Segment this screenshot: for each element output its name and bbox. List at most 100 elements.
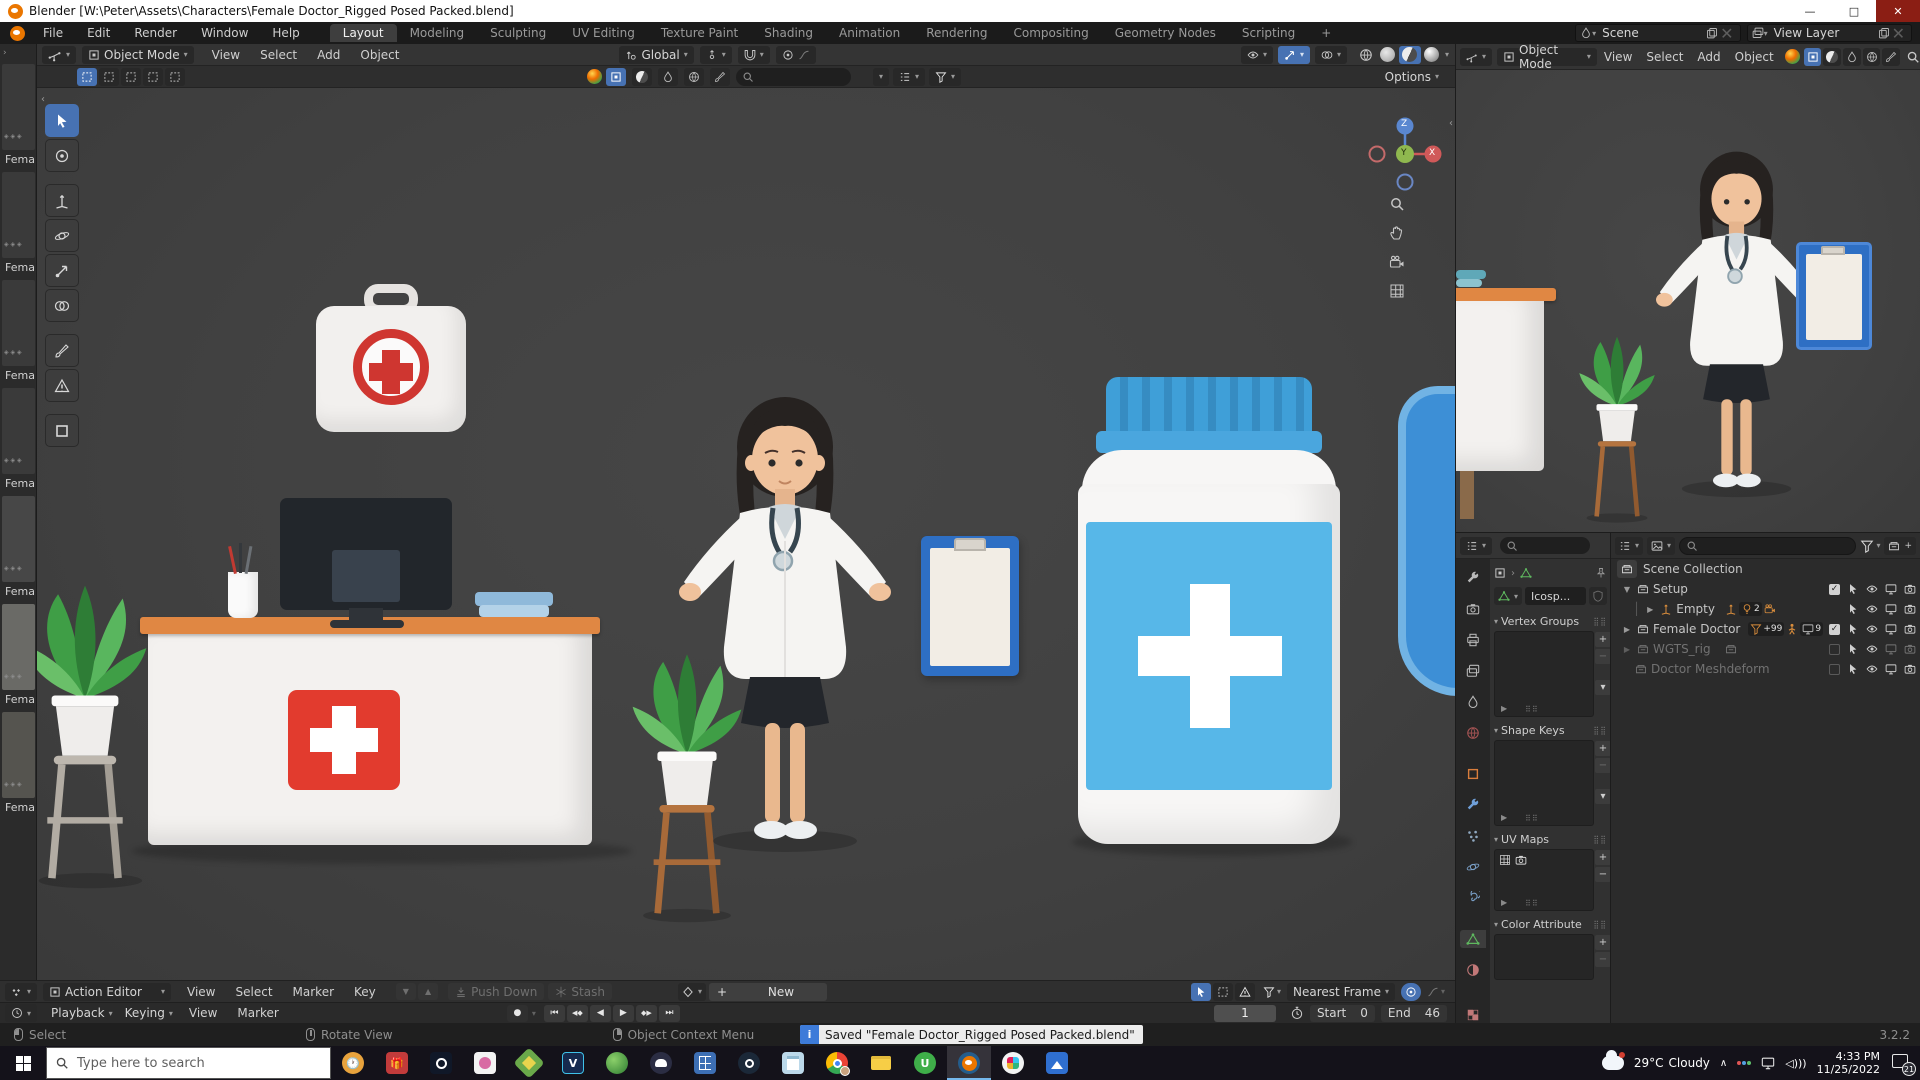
display-mode-dropdown[interactable]: ▾ (1615, 536, 1644, 555)
editor-type-button[interactable]: ▾ (42, 45, 77, 64)
play-button[interactable]: ▶ (612, 1004, 634, 1022)
shading-material-preview-button[interactable] (1398, 45, 1421, 64)
start-button[interactable] (0, 1046, 46, 1080)
asset-item[interactable]: Fema (2, 64, 36, 166)
show-overlays-toggle[interactable]: ▾ (1314, 45, 1347, 64)
viewport-disable-icon[interactable] (1885, 603, 1897, 615)
viewport-menu-view[interactable]: View (1597, 50, 1639, 64)
transform-orientation-dropdown[interactable]: Global ▾ (619, 45, 694, 64)
tab-layout[interactable]: Layout (329, 24, 397, 42)
dope-menu-key[interactable]: Key (344, 985, 386, 999)
steam-app-icon[interactable] (727, 1046, 771, 1080)
viewport-menu-select[interactable]: Select (1639, 50, 1690, 64)
desk-object[interactable] (1456, 301, 1544, 471)
exclude-checkbox[interactable]: ✓ (1829, 583, 1840, 595)
add-workspace-button[interactable]: + (1308, 24, 1344, 42)
taskbar-search-input[interactable]: Type here to search (46, 1047, 331, 1079)
tab-scene[interactable] (1460, 693, 1486, 711)
proportional-edit-toggle[interactable] (1400, 982, 1421, 1001)
tab-tool[interactable] (1460, 569, 1486, 587)
asset-thumbnail[interactable] (2, 172, 35, 258)
taskbar-clock[interactable]: 4:33 PM 11/25/2022 (1817, 1050, 1880, 1076)
chrome-app-icon[interactable] (815, 1046, 859, 1080)
vertex-group-specials-button[interactable]: ▾ (1595, 680, 1611, 695)
viewport-disable-icon[interactable] (1885, 643, 1897, 655)
new-collection-button[interactable]: + (1884, 536, 1916, 555)
hidden-channels-toggle[interactable] (1213, 982, 1234, 1001)
discord-app-icon[interactable] (639, 1046, 683, 1080)
tab-scripting[interactable]: Scripting (1229, 24, 1308, 42)
add-shape-key-button[interactable]: + (1595, 741, 1611, 756)
menu-window[interactable]: Window (189, 26, 260, 40)
asset-thumbnail[interactable] (2, 280, 35, 366)
material-ball-icon[interactable] (1784, 49, 1800, 64)
outliner-row-setup[interactable]: ▼ Setup ✓ (1611, 579, 1920, 599)
remove-vertex-group-button[interactable]: − (1595, 649, 1611, 664)
editor-type-button[interactable]: ▾ (1460, 536, 1493, 555)
green-globe-app-icon[interactable] (595, 1046, 639, 1080)
exclude-checkbox[interactable] (1829, 663, 1840, 675)
plant-object-left[interactable] (37, 566, 155, 896)
select-mode-extend[interactable] (99, 67, 119, 86)
show-gizmos-toggle[interactable]: ▾ (1277, 45, 1310, 64)
show-object-types-dropdown[interactable]: ▾ (1240, 45, 1273, 64)
material-preview-ball-icon[interactable] (587, 69, 602, 84)
fake-user-shield-icon[interactable] (1589, 587, 1607, 605)
shield-object[interactable] (1398, 386, 1455, 696)
use-preview-range-icon[interactable] (1290, 1006, 1304, 1020)
viewport-disable-icon[interactable] (1885, 583, 1897, 595)
photos-app-icon[interactable] (1035, 1046, 1079, 1080)
remove-shape-key-button[interactable]: − (1595, 758, 1611, 773)
hidden-icons-chevron[interactable]: ∧ (1720, 1058, 1727, 1069)
shape-keys-list[interactable]: + − ▾ ▶ ⠿⠿ (1494, 740, 1611, 826)
tab-physics[interactable] (1460, 858, 1486, 876)
render-disable-icon[interactable] (1904, 663, 1916, 675)
asset-item[interactable]: Fema (2, 172, 36, 274)
tab-modifiers[interactable] (1460, 796, 1486, 814)
vertex-groups-panel-header[interactable]: ▾ Vertex Groups ⣿⣿ (1494, 615, 1607, 628)
disclosure-triangle[interactable]: ▶ (1644, 605, 1656, 614)
tool-scale[interactable] (45, 254, 79, 287)
menu-render[interactable]: Render (122, 26, 189, 40)
viewport-disable-icon[interactable] (1885, 623, 1897, 635)
tab-object[interactable] (1460, 765, 1486, 783)
tab-material[interactable] (1460, 961, 1486, 979)
hide-eye-icon[interactable] (1866, 663, 1878, 675)
asset-thumbnail[interactable] (2, 388, 35, 474)
asset-thumbnail[interactable] (2, 712, 35, 798)
viewport-menu-object[interactable]: Object (350, 48, 409, 62)
dope-filter-dropdown[interactable]: ▾ (1263, 986, 1281, 998)
dope-menu-select[interactable]: Select (226, 985, 283, 999)
slack-app-icon[interactable] (991, 1046, 1035, 1080)
tool-add-cube[interactable] (45, 414, 79, 447)
shape-key-specials-button[interactable]: ▾ (1595, 789, 1611, 804)
hide-eye-icon[interactable] (1866, 623, 1878, 635)
notepad-app-icon[interactable] (771, 1046, 815, 1080)
shape-keys-panel-header[interactable]: ▾ Shape Keys ⣿⣿ (1494, 724, 1607, 737)
remove-uv-map-button[interactable]: − (1595, 867, 1611, 882)
shading-solid-button[interactable] (1377, 46, 1399, 64)
tool-select-box[interactable] (45, 104, 79, 137)
menu-edit[interactable]: Edit (75, 26, 122, 40)
camera-app-icon[interactable] (419, 1046, 463, 1080)
jump-to-end-button[interactable]: ⏭ (658, 1004, 680, 1022)
layers-app-icon[interactable] (507, 1046, 551, 1080)
mini-brush-icon[interactable] (1882, 47, 1901, 66)
exclude-checkbox[interactable] (1829, 643, 1840, 655)
saved-report-message[interactable]: i Saved "Female Doctor_Rigged Posed Pack… (800, 1025, 1143, 1044)
weather-icon[interactable] (1601, 1050, 1625, 1070)
gizmo-x-label[interactable]: X (1429, 148, 1435, 158)
auto-keying-record-button[interactable]: ● (506, 1004, 528, 1022)
push-down-button[interactable]: Push Down (448, 983, 545, 1000)
mini-shading-half-icon[interactable] (632, 67, 652, 86)
blender-app-icon[interactable] (10, 25, 25, 41)
pivot-point-dropdown[interactable]: ▾ (699, 45, 732, 64)
vertex-groups-list[interactable]: + − ▾ ▶ ⠿⠿ (1494, 631, 1611, 717)
secondary-viewport[interactable]: ▾ Object Mode ▾ View Select Add Object (1455, 43, 1920, 532)
next-keyframe-button[interactable]: ◆▶ (635, 1004, 657, 1022)
volume-icon[interactable]: ◁))) (1785, 1057, 1806, 1070)
scene-selector[interactable]: ▾ Scene ✕ (1575, 24, 1741, 43)
snap-dropdown[interactable]: Nearest Frame ▾ (1287, 982, 1395, 1001)
render-disable-icon[interactable] (1904, 623, 1916, 635)
pen-cup-object[interactable] (228, 572, 258, 618)
